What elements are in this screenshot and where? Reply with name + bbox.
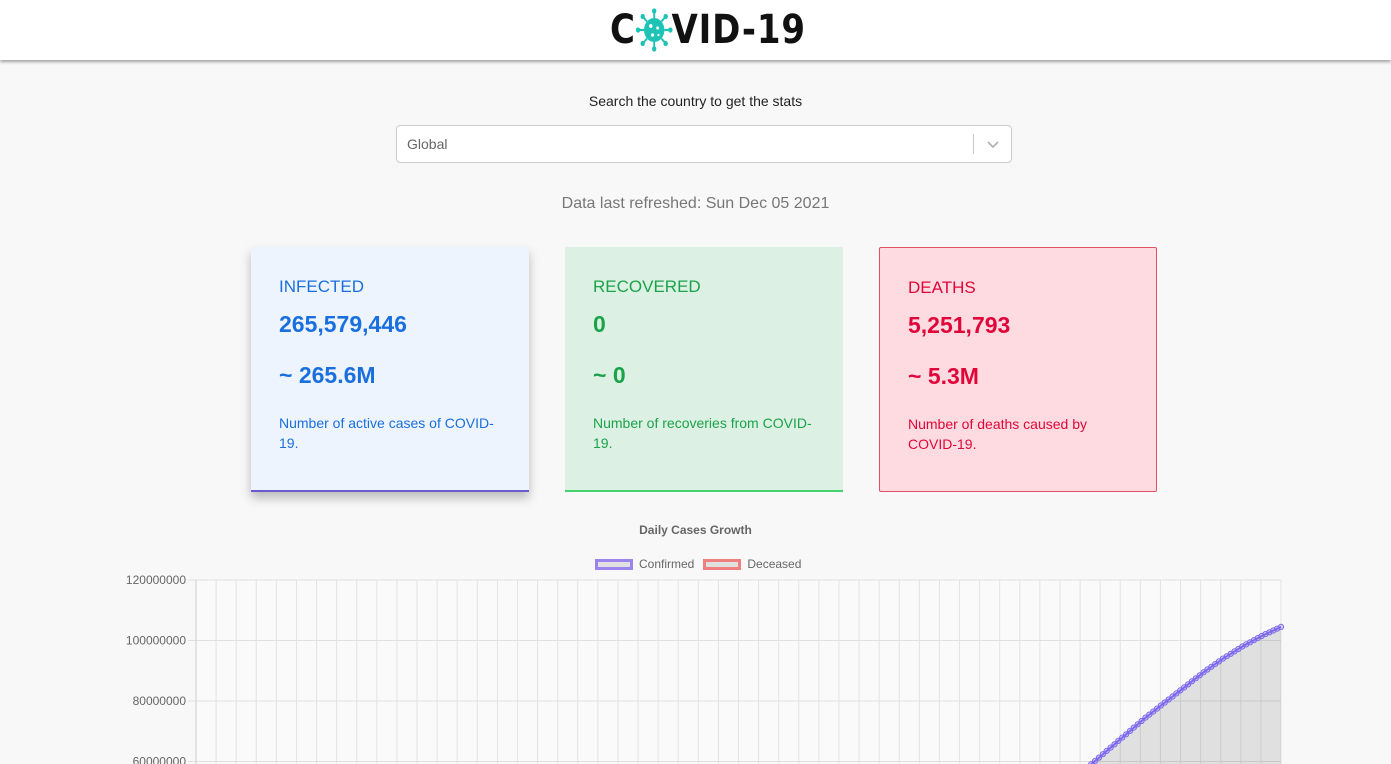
recovered-approx: ~ 0 [593,362,626,388]
legend-label-deceased: Deceased [747,557,802,571]
confirmed-point [1277,623,1285,631]
select-separator [973,134,974,154]
recovered-title: RECOVERED [593,277,701,296]
legend-swatch-confirmed [595,558,633,570]
country-select[interactable]: Global [396,125,1012,163]
data-refreshed-text: Data last refreshed: Sun Dec 05 2021 [561,195,830,212]
recovered-description: Number of recoveries from COVID-19. [593,415,812,451]
recovered-card: RECOVERED 0 ~ 0 Number of recoveries fro… [565,247,843,492]
infected-approx: ~ 265.6M [279,362,376,388]
legend-item-confirmed[interactable]: Confirmed [595,557,694,571]
logo[interactable]: C VID-19 [610,6,806,54]
y-tick-label: 100000000 [126,634,186,648]
y-tick-label: 120000000 [126,573,186,587]
infected-count: 265,579,446 [279,311,407,337]
recovered-count: 0 [593,311,606,337]
deaths-count: 5,251,793 [908,312,1011,338]
logo-text-left: C [610,7,636,53]
country-select-value: Global [407,136,448,152]
deaths-title: DEATHS [908,278,976,297]
chevron-down-icon[interactable] [983,134,1003,154]
daily-cases-chart: 120000000 100000000 80000000 60000000 [126,573,1285,764]
deaths-description: Number of deaths caused by COVID-19. [908,416,1087,452]
infected-title: INFECTED [279,277,364,296]
search-label: Search the country to get the stats [588,93,803,109]
infected-card: INFECTED 265,579,446 ~ 265.6M Number of … [251,247,529,492]
y-tick-label: 60000000 [133,755,187,764]
legend-swatch-deceased [703,558,742,570]
deaths-card: DEATHS 5,251,793 ~ 5.3M Number of deaths… [879,247,1157,492]
app-header: C VID-19 [0,0,1391,60]
y-tick-label: 80000000 [133,694,187,708]
deaths-approx: ~ 5.3M [908,363,979,389]
infected-description: Number of active cases of COVID-19. [279,415,494,451]
virus-icon [636,8,673,52]
logo-text-right: VID-19 [671,7,806,53]
chart-title: Daily Cases Growth [639,523,752,537]
legend-label-confirmed: Confirmed [639,557,695,571]
legend-item-deceased[interactable]: Deceased [703,557,801,571]
